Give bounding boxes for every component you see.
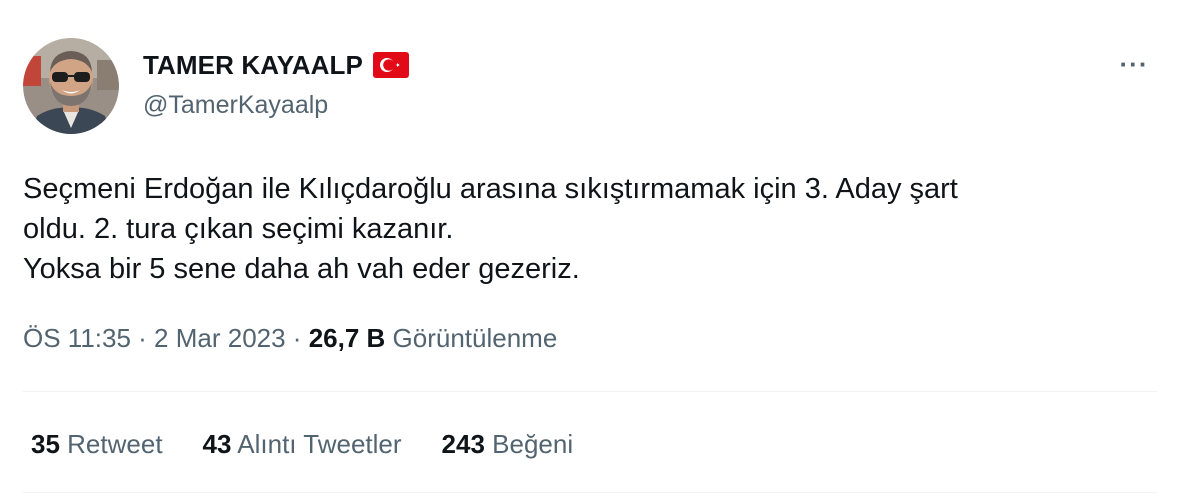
likes-stat[interactable]: 243 Beğeni (442, 429, 574, 460)
turkey-flag-icon (372, 52, 409, 78)
more-options-button[interactable]: ··· (1116, 50, 1152, 78)
author-display-name[interactable]: TAMER KAYAALP (143, 50, 363, 81)
tweet-text-line: Seçmeni Erdoğan ile Kılıçdaroğlu arasına… (23, 173, 958, 205)
meta-separator: · (285, 323, 309, 353)
tweet-time[interactable]: ÖS 11:35 (23, 323, 131, 354)
tweet-text-line: oldu. 2. tura çıkan seçimi kazanır. (23, 213, 454, 245)
likes-label: Beğeni (492, 429, 574, 459)
avatar[interactable] (23, 38, 119, 134)
retweets-label: Retweet (67, 429, 163, 459)
tweet-card: TAMER KAYAALP @TamerKayaalp ··· Seçmeni … (0, 0, 1180, 494)
likes-count: 243 (441, 429, 485, 459)
tweet-text-line: Yoksa bir 5 sene daha ah vah eder gezeri… (23, 253, 580, 285)
more-dots-icon: ··· (1119, 49, 1149, 79)
engagement-stats: 35 Retweet 43 Alıntı Tweetler 243 Beğeni (31, 429, 573, 460)
author-handle[interactable]: @TamerKayaalp (143, 91, 328, 120)
quotes-label: Alıntı Tweetler (237, 429, 402, 459)
retweets-count: 35 (31, 429, 60, 459)
author-name-row: TAMER KAYAALP (143, 49, 409, 81)
meta-separator: · (130, 323, 155, 353)
views-label (385, 323, 392, 354)
views-count[interactable]: 26,7 B (309, 323, 386, 354)
views-label[interactable]: Görüntülenme (393, 323, 558, 354)
tweet-date[interactable]: 2 Mar 2023 (154, 323, 286, 354)
retweets-stat[interactable]: 35 Retweet (31, 429, 163, 460)
avatar-photo (23, 38, 119, 134)
quote-tweets-stat[interactable]: 43 Alıntı Tweetler (203, 429, 402, 460)
tweet-meta: ÖS 11:35 · 2 Mar 2023 · 26,7 B Görüntüle… (23, 323, 557, 354)
tweet-text: Seçmeni Erdoğan ile Kılıçdaroğlu arasına… (23, 169, 1153, 289)
divider (23, 492, 1157, 493)
divider (23, 391, 1157, 392)
quotes-count: 43 (202, 429, 232, 459)
